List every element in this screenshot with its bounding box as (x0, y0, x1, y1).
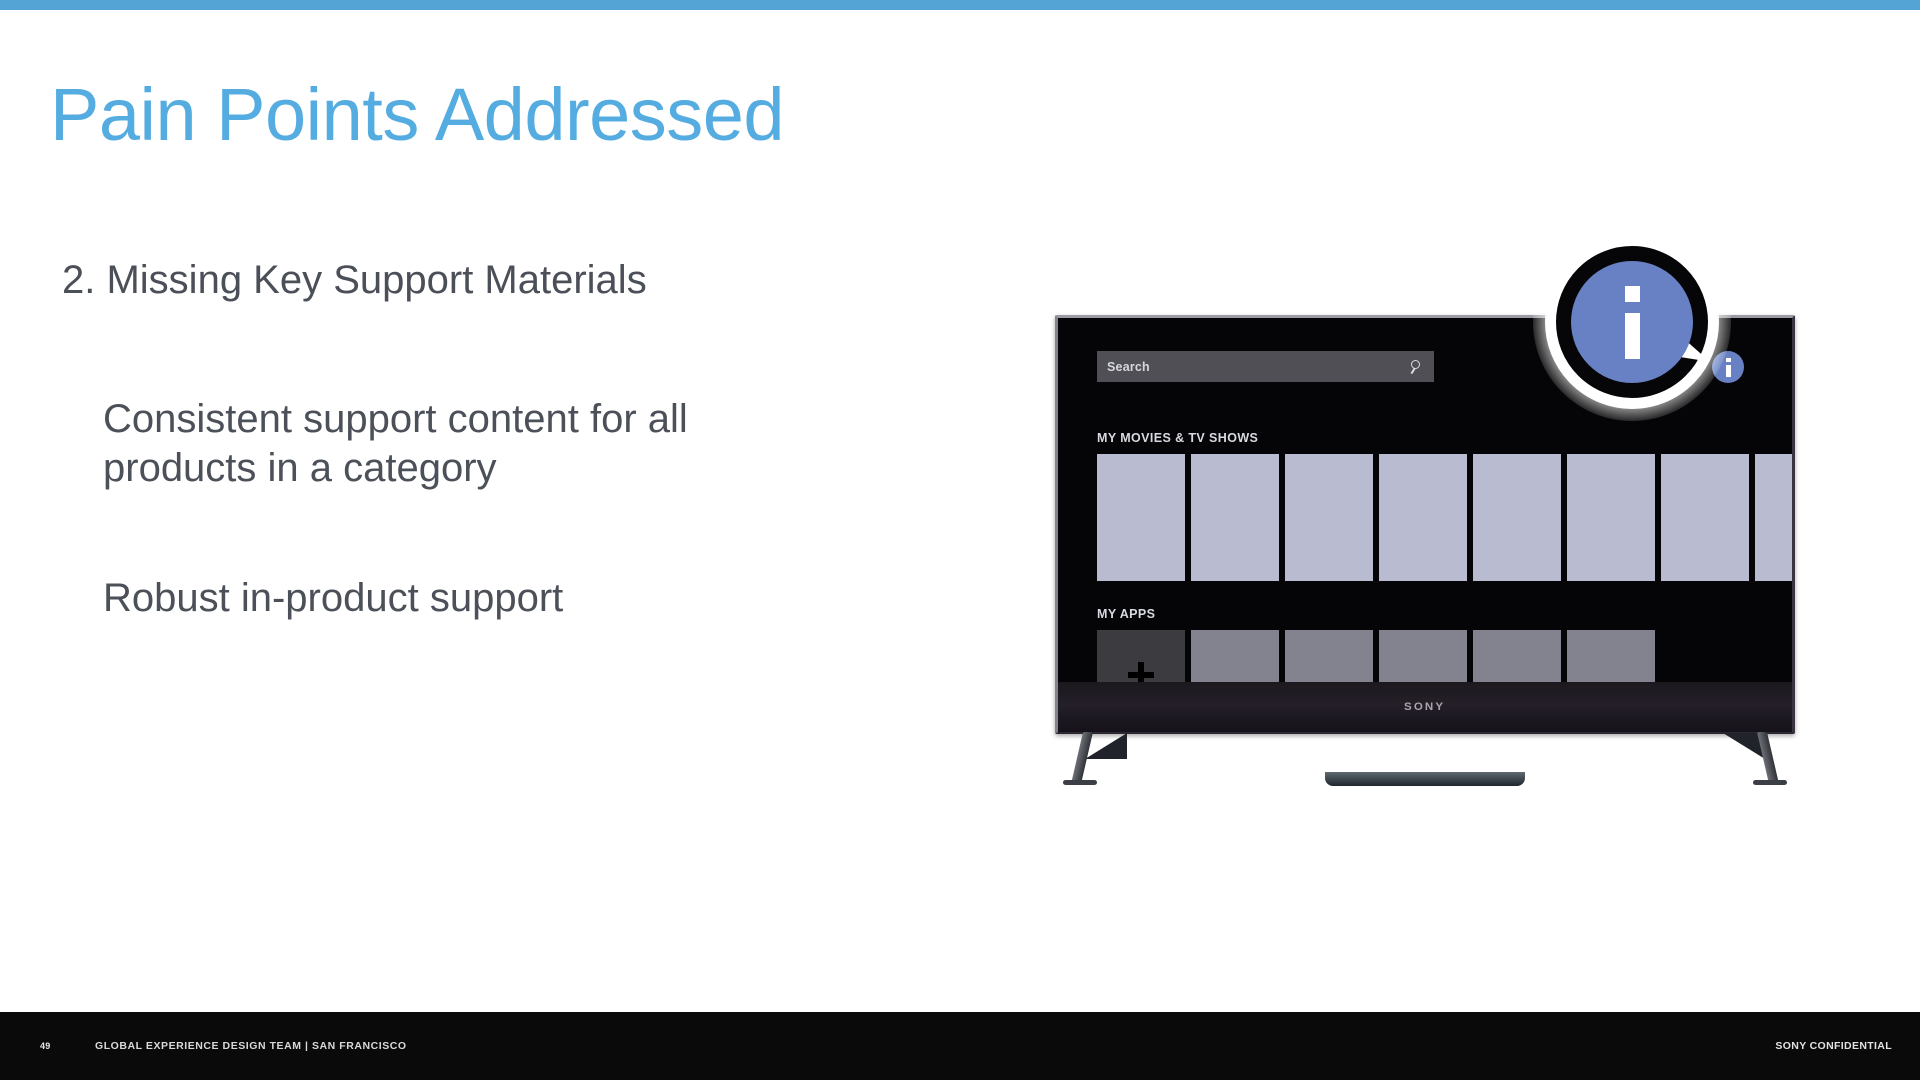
section-subheading: 2. Missing Key Support Materials (62, 258, 647, 302)
movies-tile-row[interactable] (1097, 454, 1792, 581)
apps-tile-row[interactable] (1097, 630, 1661, 685)
app-tile[interactable] (1191, 630, 1279, 685)
footer-team-label: GLOBAL EXPERIENCE DESIGN TEAM | SAN FRAN… (95, 1040, 407, 1052)
row-label-apps: MY APPS (1097, 607, 1156, 621)
movie-tile[interactable] (1567, 454, 1655, 581)
tv-foot-right (1753, 780, 1787, 785)
search-input[interactable]: Search (1097, 351, 1434, 382)
movie-tile[interactable] (1755, 454, 1792, 581)
movie-tile[interactable] (1285, 454, 1373, 581)
info-glyph (1725, 357, 1731, 377)
bullet-item-1: Consistent support content for all produ… (103, 397, 688, 490)
slide: Pain Points Addressed 2. Missing Key Sup… (0, 0, 1920, 1080)
app-tile[interactable] (1473, 630, 1561, 685)
app-tile[interactable] (1379, 630, 1467, 685)
slide-footer: 49 GLOBAL EXPERIENCE DESIGN TEAM | SAN F… (0, 1012, 1920, 1080)
page-number: 49 (40, 1041, 51, 1051)
bullet-item-2: Robust in-product support (103, 576, 564, 620)
search-icon[interactable] (1410, 359, 1424, 374)
confidentiality-label: SONY CONFIDENTIAL (1775, 1040, 1892, 1052)
movie-tile[interactable] (1473, 454, 1561, 581)
page-title: Pain Points Addressed (50, 73, 785, 156)
movie-tile[interactable] (1661, 454, 1749, 581)
top-accent-bar (0, 0, 1920, 10)
movie-tile[interactable] (1379, 454, 1467, 581)
search-placeholder: Search (1107, 359, 1150, 374)
tv-bottom-bezel: SONY (1058, 682, 1792, 732)
add-app-tile[interactable] (1097, 630, 1185, 685)
movie-tile[interactable] (1191, 454, 1279, 581)
magnifier-callout (1533, 223, 1731, 421)
info-glyph-magnified (1624, 285, 1640, 359)
sony-logo: SONY (1404, 701, 1446, 713)
tv-foot-left (1063, 780, 1097, 785)
movie-tile[interactable] (1097, 454, 1185, 581)
tv-light-bar (1325, 772, 1525, 786)
row-label-movies: MY MOVIES & TV SHOWS (1097, 431, 1259, 445)
app-tile[interactable] (1567, 630, 1655, 685)
app-tile[interactable] (1285, 630, 1373, 685)
info-icon-magnified (1571, 261, 1693, 383)
